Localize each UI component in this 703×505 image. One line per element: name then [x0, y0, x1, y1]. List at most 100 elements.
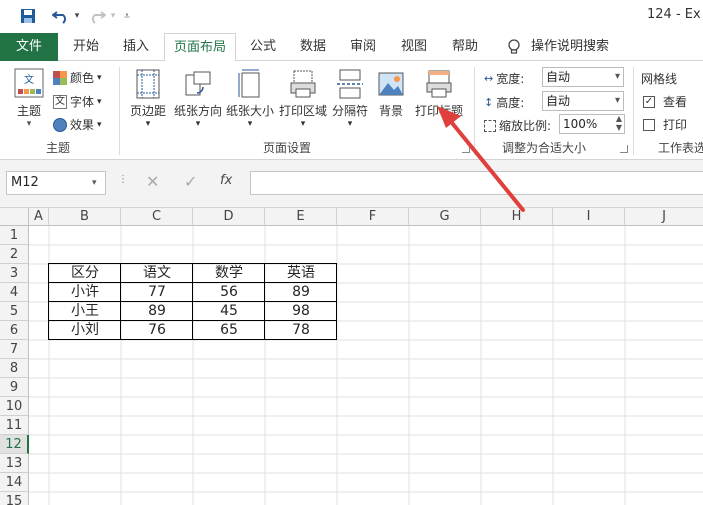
table-cell[interactable]: 小王 [49, 302, 121, 321]
table-cell[interactable]: 98 [265, 302, 337, 321]
name-box-dropdown-icon[interactable]: ▾ [92, 171, 97, 195]
insert-function-icon[interactable]: fx [220, 173, 232, 188]
name-box[interactable]: M12 [6, 171, 106, 195]
themes-label: 主题 [16, 104, 41, 118]
tab-data[interactable]: 数据 [292, 33, 334, 61]
background-button[interactable]: 背景 [374, 69, 408, 119]
row-header[interactable]: 8 [0, 359, 29, 378]
lightbulb-icon [505, 33, 523, 61]
group-separator [633, 67, 634, 155]
tab-file[interactable]: 文件 [0, 33, 58, 61]
window-title: 124 - Ex [647, 7, 701, 22]
row-header[interactable]: 7 [0, 340, 29, 359]
undo-dropdown-icon[interactable]: ▾ [72, 6, 82, 26]
undo-icon[interactable] [50, 6, 72, 26]
group-separator [119, 67, 120, 155]
orientation-icon [185, 71, 211, 96]
formula-input[interactable] [250, 171, 703, 195]
row-header-selected[interactable]: 12 [0, 435, 29, 454]
more-options-icon: ⋮ [118, 174, 128, 185]
row-header[interactable]: 13 [0, 454, 29, 473]
table-header-cell[interactable]: 数学 [193, 264, 265, 283]
svg-text:文: 文 [24, 73, 34, 86]
quick-access-toolbar: ▾ ▾ ⩡ 124 - Ex [0, 0, 703, 33]
background-icon [378, 72, 404, 96]
tab-insert[interactable]: 插入 [114, 33, 158, 61]
table-cell[interactable]: 65 [193, 321, 265, 340]
table-cell[interactable]: 89 [121, 302, 193, 321]
orientation-button[interactable]: 纸张方向 ▾ [172, 69, 224, 129]
table-header-cell[interactable]: 区分 [49, 264, 121, 283]
gridlines-print-checkbox[interactable]: 打印 [643, 116, 687, 133]
row-header[interactable]: 15 [0, 492, 29, 505]
effects-button[interactable]: 效果 ▾ [53, 116, 102, 133]
print-area-button[interactable]: 打印区域 ▾ [277, 69, 329, 129]
height-icon: ↕ [484, 96, 494, 109]
row-header[interactable]: 2 [0, 245, 29, 264]
width-label: ↔ 宽度: [484, 72, 525, 86]
tab-review[interactable]: 审阅 [342, 33, 384, 61]
print-titles-button[interactable]: 打印标题 [412, 69, 466, 119]
redo-icon[interactable] [86, 6, 108, 26]
themes-button[interactable]: 文 主题 ▾ [9, 67, 49, 133]
tab-page-layout[interactable]: 页面布局 [164, 33, 236, 62]
gridlines-view-checkbox[interactable]: ✓ 查看 [643, 93, 687, 110]
row-header[interactable]: 11 [0, 416, 29, 435]
tab-view[interactable]: 视图 [393, 33, 435, 61]
table-cell[interactable]: 小刘 [49, 321, 121, 340]
customize-toolbar-icon[interactable]: ⩡ [120, 6, 134, 26]
row-header[interactable]: 9 [0, 378, 29, 397]
tab-formulas[interactable]: 公式 [242, 33, 284, 61]
width-select[interactable]: 自动 [542, 67, 624, 87]
formula-bar: M12 ▾ ⋮ ✕ ✓ fx [0, 160, 703, 208]
breaks-button[interactable]: 分隔符 ▾ [331, 69, 369, 129]
table-header-cell[interactable]: 英语 [265, 264, 337, 283]
redo-dropdown-icon[interactable]: ▾ [108, 6, 118, 26]
fonts-button[interactable]: 文 字体 ▾ [53, 93, 102, 110]
row-header[interactable]: 4 [0, 283, 29, 302]
theme-group-label: 主题 [46, 141, 71, 155]
spreadsheet-grid[interactable]: A B C D E F G H I J 1 2 3 4 5 6 7 8 9 10… [0, 208, 703, 505]
gridlines-heading: 网格线 [641, 72, 678, 86]
cell-gridlines [29, 226, 703, 505]
table-cell[interactable]: 78 [265, 321, 337, 340]
page-setup-launcher-icon[interactable] [462, 145, 470, 153]
group-separator [474, 67, 475, 155]
ribbon-tabs: 文件 开始 插入 页面布局 公式 数据 审阅 视图 帮助 操作说明搜索 [0, 33, 703, 62]
table-cell[interactable]: 小许 [49, 283, 121, 302]
tab-help[interactable]: 帮助 [444, 33, 486, 61]
row-header[interactable]: 1 [0, 226, 29, 245]
row-header[interactable]: 6 [0, 321, 29, 340]
table-cell[interactable]: 45 [193, 302, 265, 321]
row-header[interactable]: 3 [0, 264, 29, 283]
colors-icon [53, 70, 67, 85]
tab-home[interactable]: 开始 [64, 33, 108, 61]
row-header[interactable]: 10 [0, 397, 29, 416]
checkbox-checked-icon: ✓ [643, 95, 655, 108]
size-button[interactable]: 纸张大小 ▾ [225, 69, 275, 129]
checkbox-empty-icon [643, 118, 655, 131]
height-select[interactable]: 自动 [542, 91, 624, 111]
row-header[interactable]: 14 [0, 473, 29, 492]
scale-group-label: 调整为合适大小 [502, 141, 587, 155]
ribbon-page-layout: 文 主题 ▾ 颜色▾ 文 字体▾ 效果▾ 主题 页边距 ▾ 纸张方向 ▾ [0, 61, 703, 160]
save-icon[interactable] [18, 6, 38, 26]
scale-launcher-icon[interactable] [620, 145, 628, 153]
height-label: ↕ 高度: [484, 96, 525, 110]
table-cell[interactable]: 76 [121, 321, 193, 340]
breaks-icon [337, 69, 363, 99]
fonts-icon: 文 [53, 94, 67, 109]
enter-icon[interactable]: ✓ [184, 172, 197, 191]
colors-button[interactable]: 颜色 ▾ [53, 69, 102, 86]
table-cell[interactable]: 77 [121, 283, 193, 302]
width-icon: ↔ [484, 72, 494, 85]
scale-spinner-arrows-icon[interactable]: ▲ ▼ [613, 114, 625, 132]
margins-button[interactable]: 页边距 ▾ [127, 69, 169, 129]
cancel-icon[interactable]: ✕ [146, 172, 159, 191]
table-cell[interactable]: 89 [265, 283, 337, 302]
scale-label: 缩放比例: [484, 117, 551, 134]
row-header[interactable]: 5 [0, 302, 29, 321]
table-header-cell[interactable]: 语文 [121, 264, 193, 283]
table-cell[interactable]: 56 [193, 283, 265, 302]
tell-me-search[interactable]: 操作说明搜索 [530, 33, 610, 61]
